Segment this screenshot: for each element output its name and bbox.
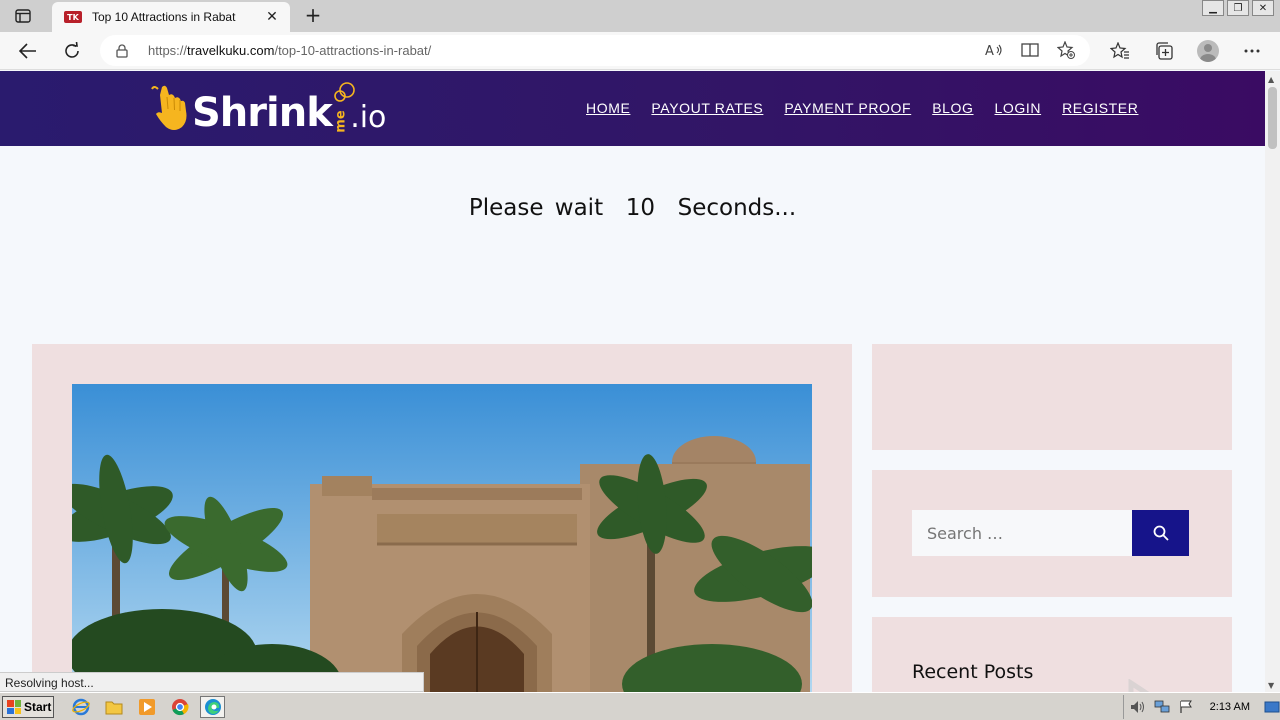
logo-io: .io bbox=[350, 100, 387, 135]
recent-posts-title: Recent Posts bbox=[912, 661, 1034, 683]
hand-pointer-icon bbox=[151, 85, 187, 130]
favorites-icon[interactable] bbox=[1108, 39, 1132, 63]
sidebar-search-widget bbox=[872, 470, 1232, 597]
status-bar: Resolving host... bbox=[0, 672, 424, 692]
browser-toolbar: https://travelkuku.com/top-10-attraction… bbox=[0, 32, 1280, 70]
logo-wordmark: Shrink bbox=[192, 90, 333, 136]
tab-actions-icon[interactable] bbox=[10, 6, 36, 26]
minimize-icon[interactable]: ▁ bbox=[1202, 0, 1224, 16]
active-tab[interactable]: TK Top 10 Attractions in Rabat ✕ bbox=[52, 2, 290, 32]
collections-icon[interactable] bbox=[1152, 39, 1176, 63]
tab-title: Top 10 Attractions in Rabat bbox=[92, 10, 236, 24]
site-favicon-icon: TK bbox=[64, 11, 82, 23]
url-text: https://travelkuku.com/top-10-attraction… bbox=[148, 43, 432, 58]
system-tray: 2:13 AM bbox=[1122, 695, 1280, 719]
internet-explorer-icon[interactable] bbox=[68, 696, 93, 718]
volume-icon[interactable] bbox=[1130, 699, 1146, 715]
search-button[interactable] bbox=[1132, 510, 1189, 556]
lock-icon[interactable] bbox=[116, 43, 128, 58]
close-window-icon[interactable]: ✕ bbox=[1252, 0, 1274, 16]
article-card bbox=[32, 344, 852, 692]
immersive-reader-icon[interactable] bbox=[1020, 40, 1040, 60]
media-player-icon[interactable] bbox=[134, 696, 159, 718]
profile-avatar[interactable] bbox=[1196, 39, 1220, 63]
page-viewport: Shrink me .io HOME PAYOUT RATES PAYMENT … bbox=[0, 71, 1265, 692]
chrome-icon[interactable] bbox=[167, 696, 192, 718]
scroll-up-icon[interactable]: ▲ bbox=[1268, 75, 1274, 84]
show-desktop-icon[interactable] bbox=[1264, 699, 1280, 715]
os-taskbar: Start 2:13 AM bbox=[0, 692, 1280, 720]
add-favorite-icon[interactable] bbox=[1056, 40, 1076, 60]
address-bar[interactable]: https://travelkuku.com/top-10-attraction… bbox=[100, 35, 1090, 66]
anyrun-watermark: ANY RUN bbox=[1038, 679, 1265, 692]
restore-icon[interactable]: ❐ bbox=[1227, 0, 1249, 16]
page-scrollbar[interactable]: ▲ ▼ bbox=[1265, 71, 1280, 692]
site-header: Shrink me .io HOME PAYOUT RATES PAYMENT … bbox=[0, 71, 1265, 146]
wait-countdown-message: Please wait 10 Seconds... bbox=[468, 195, 797, 221]
sidebar-widget-empty bbox=[872, 344, 1232, 450]
nav-home[interactable]: HOME bbox=[586, 100, 630, 116]
edge-icon[interactable] bbox=[200, 696, 225, 718]
logo-me: me bbox=[333, 110, 349, 133]
nav-register[interactable]: REGISTER bbox=[1062, 100, 1138, 116]
scroll-down-icon[interactable]: ▼ bbox=[1268, 681, 1274, 690]
nav-payment-proof[interactable]: PAYMENT PROOF bbox=[784, 100, 911, 116]
read-aloud-icon[interactable]: A bbox=[984, 40, 1004, 60]
browser-window: TK Top 10 Attractions in Rabat ✕ + ▁ ❐ ✕… bbox=[0, 0, 1280, 720]
search-input[interactable] bbox=[912, 510, 1133, 556]
refresh-icon[interactable] bbox=[60, 39, 84, 63]
svg-text:A: A bbox=[985, 44, 994, 58]
article-hero-image[interactable] bbox=[72, 384, 812, 692]
taskbar-clock[interactable]: 2:13 AM bbox=[1210, 701, 1250, 713]
start-button[interactable]: Start bbox=[2, 696, 54, 718]
main-nav: HOME PAYOUT RATES PAYMENT PROOF BLOG LOG… bbox=[586, 100, 1138, 116]
back-icon[interactable] bbox=[16, 39, 40, 63]
network-icon[interactable] bbox=[1154, 699, 1170, 715]
nav-payout-rates[interactable]: PAYOUT RATES bbox=[651, 100, 763, 116]
scroll-thumb[interactable] bbox=[1268, 87, 1277, 149]
search-icon bbox=[1153, 525, 1169, 541]
new-tab-icon[interactable]: + bbox=[302, 4, 324, 26]
nav-login[interactable]: LOGIN bbox=[995, 100, 1042, 116]
logo-rings-icon bbox=[334, 82, 355, 102]
more-options-icon[interactable] bbox=[1240, 39, 1264, 63]
tab-strip: TK Top 10 Attractions in Rabat ✕ + ▁ ❐ ✕ bbox=[0, 0, 1280, 32]
play-logo-icon bbox=[1128, 679, 1150, 692]
windows-logo-icon bbox=[7, 700, 21, 714]
window-controls: ▁ ❐ ✕ bbox=[1202, 0, 1274, 16]
nav-blog[interactable]: BLOG bbox=[932, 100, 973, 116]
site-logo[interactable]: Shrink me .io bbox=[150, 81, 386, 133]
file-explorer-icon[interactable] bbox=[101, 696, 126, 718]
tab-close-icon[interactable]: ✕ bbox=[264, 9, 280, 25]
action-center-flag-icon[interactable] bbox=[1178, 699, 1194, 715]
